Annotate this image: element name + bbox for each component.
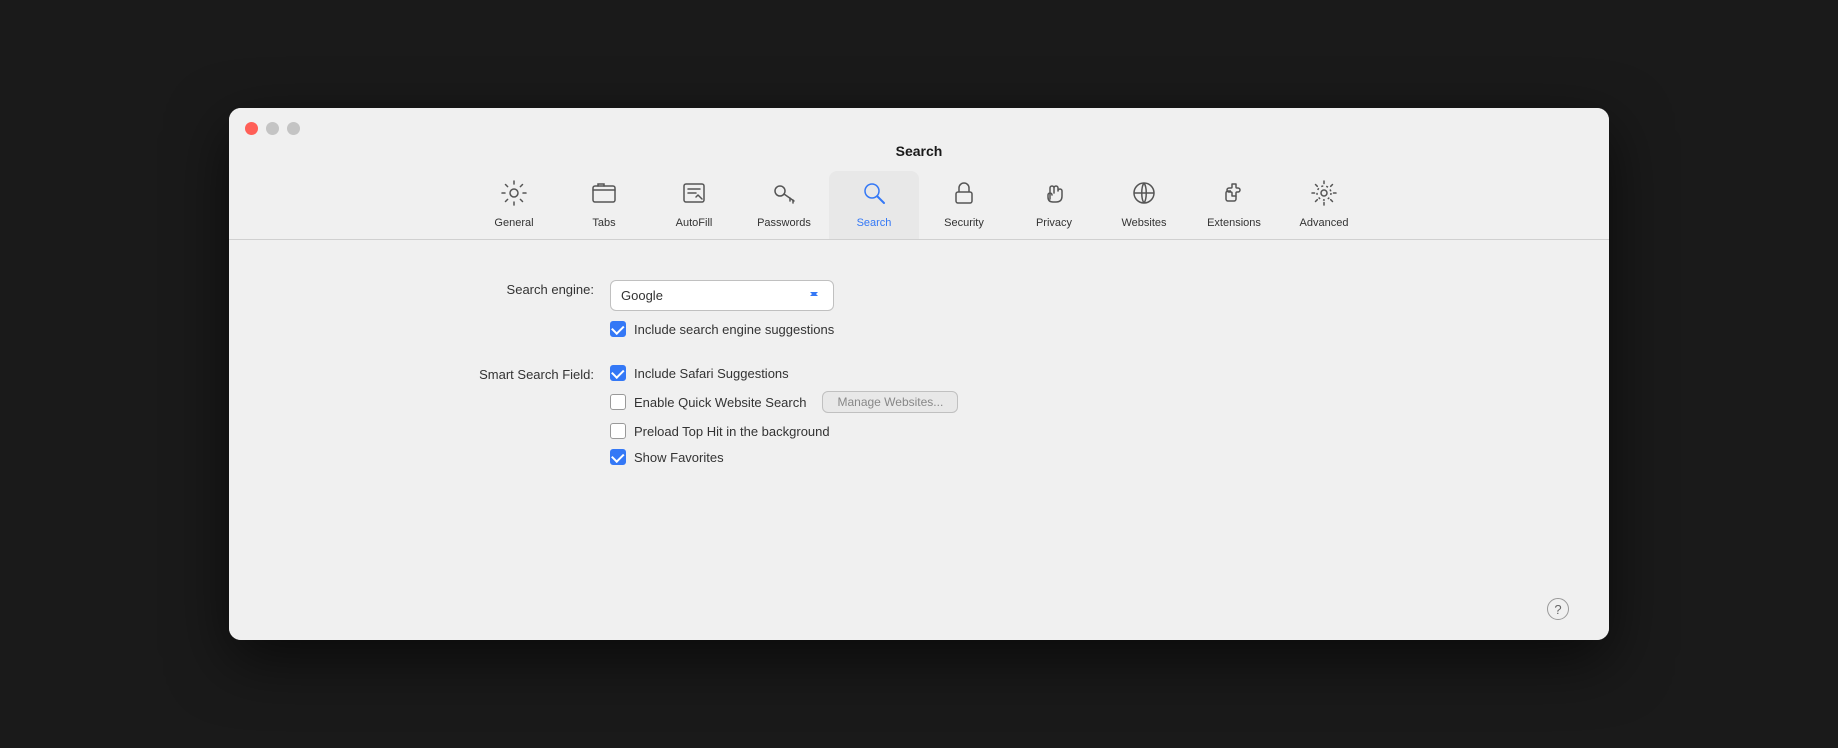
tab-general[interactable]: General <box>469 171 559 239</box>
tabs-icon <box>590 179 618 211</box>
show-favorites-label: Show Favorites <box>634 450 724 465</box>
smart-search-label: Smart Search Field: <box>429 365 594 382</box>
traffic-lights <box>245 122 300 135</box>
globe-icon <box>1130 179 1158 211</box>
tab-security[interactable]: Security <box>919 171 1009 239</box>
show-favorites-checkbox[interactable] <box>610 449 626 465</box>
toolbar: General Tabs AutoFill P <box>469 171 1369 239</box>
quick-website-search-label: Enable Quick Website Search <box>634 395 806 410</box>
quick-website-search-row: Enable Quick Website Search Manage Websi… <box>610 391 958 413</box>
tab-privacy[interactable]: Privacy <box>1009 171 1099 239</box>
smart-search-row: Smart Search Field: Include Safari Sugge… <box>429 365 1409 465</box>
preload-top-hit-checkbox[interactable] <box>610 423 626 439</box>
content-wrapper: Search engine: Google Include search eng… <box>229 240 1609 640</box>
gear-advanced-icon <box>1310 179 1338 211</box>
tab-passwords[interactable]: Passwords <box>739 171 829 239</box>
include-suggestions-label: Include search engine suggestions <box>634 322 834 337</box>
search-icon <box>860 179 888 211</box>
preferences-window: Search General Tabs AutoF <box>229 108 1609 640</box>
content-area: Search engine: Google Include search eng… <box>229 240 1609 640</box>
window-title: Search <box>896 143 943 159</box>
tab-privacy-label: Privacy <box>1036 217 1072 229</box>
search-engine-row: Search engine: Google Include search eng… <box>429 280 1409 337</box>
tab-autofill-label: AutoFill <box>676 217 713 229</box>
help-button-container: ? <box>1547 598 1569 620</box>
smart-search-controls: Include Safari Suggestions Enable Quick … <box>610 365 958 465</box>
help-icon: ? <box>1554 602 1561 617</box>
tab-advanced-label: Advanced <box>1300 217 1349 229</box>
include-suggestions-checkbox[interactable] <box>610 321 626 337</box>
gear-icon <box>500 179 528 211</box>
tab-websites-label: Websites <box>1121 217 1166 229</box>
key-icon <box>770 179 798 211</box>
tab-search[interactable]: Search <box>829 171 919 239</box>
hand-icon <box>1040 179 1068 211</box>
safari-suggestions-row: Include Safari Suggestions <box>610 365 958 381</box>
tab-extensions[interactable]: Extensions <box>1189 171 1279 239</box>
titlebar: Search General Tabs AutoF <box>229 108 1609 240</box>
include-suggestions-row: Include search engine suggestions <box>610 321 834 337</box>
preload-top-hit-row: Preload Top Hit in the background <box>610 423 958 439</box>
lock-icon <box>950 179 978 211</box>
safari-suggestions-label: Include Safari Suggestions <box>634 366 789 381</box>
tab-tabs[interactable]: Tabs <box>559 171 649 239</box>
close-button[interactable] <box>245 122 258 135</box>
show-favorites-row: Show Favorites <box>610 449 958 465</box>
tab-general-label: General <box>494 217 533 229</box>
quick-website-search-checkbox[interactable] <box>610 394 626 410</box>
tab-passwords-label: Passwords <box>757 217 811 229</box>
tab-autofill[interactable]: AutoFill <box>649 171 739 239</box>
search-engine-value: Google <box>621 288 663 303</box>
manage-websites-button[interactable]: Manage Websites... <box>822 391 958 413</box>
autofill-icon <box>680 179 708 211</box>
tab-tabs-label: Tabs <box>592 217 615 229</box>
tab-advanced[interactable]: Advanced <box>1279 171 1369 239</box>
minimize-button[interactable] <box>266 122 279 135</box>
preload-top-hit-label: Preload Top Hit in the background <box>634 424 830 439</box>
settings-area: Search engine: Google Include search eng… <box>229 280 1609 465</box>
safari-suggestions-checkbox[interactable] <box>610 365 626 381</box>
tab-websites[interactable]: Websites <box>1099 171 1189 239</box>
tab-search-label: Search <box>857 217 892 229</box>
maximize-button[interactable] <box>287 122 300 135</box>
dropdown-arrow-icon <box>805 285 823 306</box>
tab-extensions-label: Extensions <box>1207 217 1261 229</box>
search-engine-label: Search engine: <box>429 280 594 297</box>
help-button[interactable]: ? <box>1547 598 1569 620</box>
search-engine-controls: Google Include search engine suggestions <box>610 280 834 337</box>
puzzle-icon <box>1220 179 1248 211</box>
tab-security-label: Security <box>944 217 984 229</box>
search-engine-dropdown[interactable]: Google <box>610 280 834 311</box>
